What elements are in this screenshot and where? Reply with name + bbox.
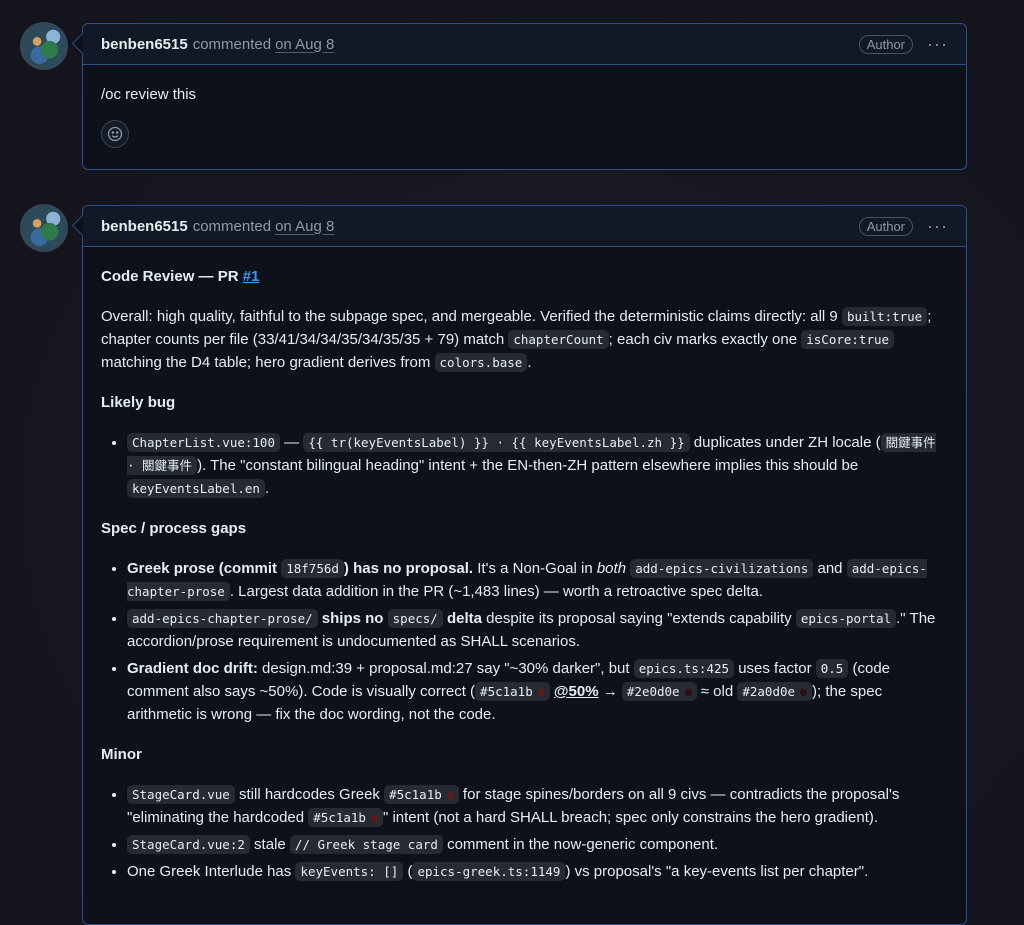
author-link[interactable]: benben6515 xyxy=(101,218,188,235)
avatar[interactable] xyxy=(20,204,68,252)
comment-menu-icon[interactable]: ··· xyxy=(927,34,948,55)
comment-date-link[interactable]: on Aug 8 xyxy=(275,36,334,53)
color-swatch xyxy=(684,689,692,696)
comment-body: Code Review — PR #1 Overall: high qualit… xyxy=(83,247,966,914)
list-item: Gradient doc drift: design.md:39 + propo… xyxy=(127,657,948,726)
list-item: One Greek Interlude has keyEvents: [] (e… xyxy=(127,860,948,883)
comment-card: benben6515 commented on Aug 8 Author ···… xyxy=(82,23,967,170)
avatar[interactable] xyxy=(20,22,68,70)
list-item: StageCard.vue:2 stale // Greek stage car… xyxy=(127,833,948,856)
list-item: Greek prose (commit 18f756d) has no prop… xyxy=(127,557,948,603)
color-swatch xyxy=(446,792,454,799)
list-item: add-epics-chapter-prose/ ships no specs/… xyxy=(127,607,948,653)
comment-body: /oc review this xyxy=(101,86,197,103)
color-swatch xyxy=(370,815,378,822)
minor-list: StageCard.vue still hardcodes Greek #5c1… xyxy=(101,783,948,883)
mention-link[interactable]: @50% xyxy=(554,683,599,700)
bug-list: ChapterList.vue:100 — {{ tr(keyEventsLab… xyxy=(101,431,948,500)
author-badge: Author xyxy=(858,216,914,236)
comment-menu-icon[interactable]: ··· xyxy=(927,216,948,237)
comment-card: benben6515 commented on Aug 8 Author ···… xyxy=(82,205,967,925)
comment-header: benben6515 commented on Aug 8 Author ··· xyxy=(83,206,966,247)
color-swatch xyxy=(537,689,545,696)
author-link[interactable]: benben6515 xyxy=(101,36,188,53)
pr-link[interactable]: #1 xyxy=(243,268,260,285)
list-item: ChapterList.vue:100 — {{ tr(keyEventsLab… xyxy=(127,431,948,500)
list-item: StageCard.vue still hardcodes Greek #5c1… xyxy=(127,783,948,829)
overall-paragraph: Overall: high quality, faithful to the s… xyxy=(101,307,932,372)
author-badge: Author xyxy=(858,34,914,54)
comment-action: commented xyxy=(192,217,272,235)
section-heading: Spec / process gaps xyxy=(101,520,247,537)
add-reaction-button[interactable] xyxy=(101,120,129,148)
comment-date-link[interactable]: on Aug 8 xyxy=(275,218,334,235)
section-heading: Minor xyxy=(101,746,142,763)
smiley-icon xyxy=(107,126,123,142)
spec-list: Greek prose (commit 18f756d) has no prop… xyxy=(101,557,948,726)
comment-action: commented xyxy=(192,35,272,53)
section-heading: Likely bug xyxy=(101,394,176,411)
review-title: Code Review — PR #1 xyxy=(101,268,260,285)
comment-header: benben6515 commented on Aug 8 Author ··· xyxy=(83,24,966,65)
color-swatch xyxy=(800,689,808,696)
